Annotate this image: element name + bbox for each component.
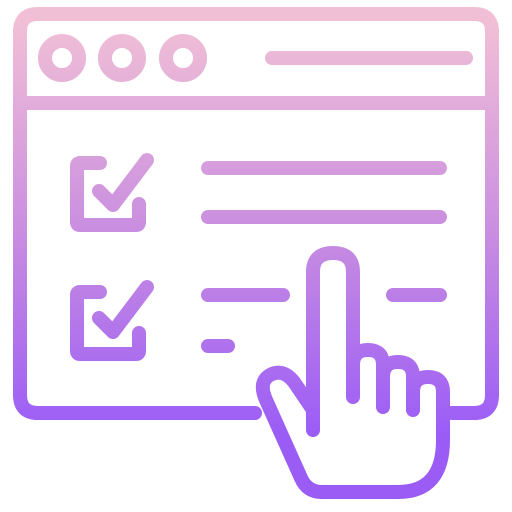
window-dot-icon [38, 34, 86, 82]
window-dot-icon [98, 34, 146, 82]
window-dot-icon [159, 34, 207, 82]
icon-canvas [13, 7, 499, 499]
online-checklist-icon [0, 0, 512, 512]
